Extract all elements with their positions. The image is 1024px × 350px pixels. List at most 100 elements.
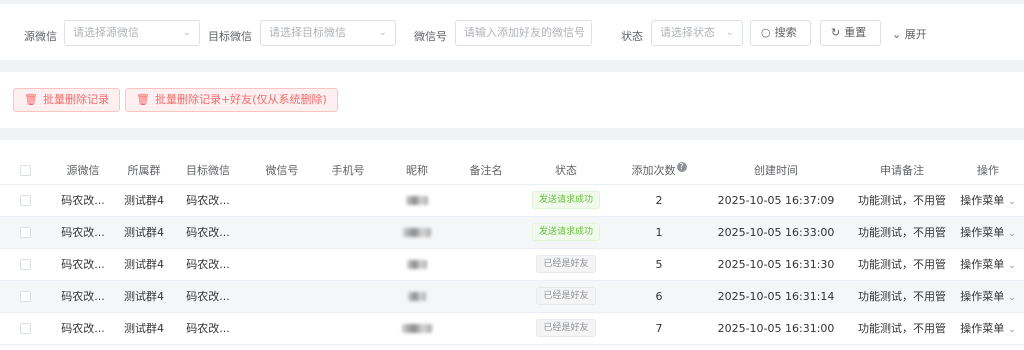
- trash-icon: 🗑: [24, 93, 38, 106]
- cell-wechat-id: [244, 216, 320, 249]
- operation-menu-label: 操作菜单: [960, 194, 1005, 207]
- select-all-cell[interactable]: [0, 156, 50, 185]
- col-header-target: 目标微信: [172, 156, 244, 185]
- cell-remark: 功能测试，不用管: [852, 312, 952, 345]
- cell-target: 码农改...: [172, 216, 244, 249]
- batch-delete-with-friend-label: 批量删除记录+好友(仅从系统删除): [154, 93, 327, 106]
- operation-menu[interactable]: 操作菜单 ⌄: [960, 226, 1016, 239]
- cell-remark: 功能测试，不用管: [852, 280, 952, 313]
- col-header-alias: 备注名: [458, 156, 514, 185]
- wechat-id-label: 微信号: [414, 30, 447, 43]
- row-checkbox[interactable]: [19, 323, 31, 334]
- cell-remark: 功能测试，不用管: [852, 248, 952, 281]
- cell-nickname: [376, 280, 458, 313]
- operation-menu-label: 操作菜单: [960, 226, 1005, 239]
- cell-operation[interactable]: 操作菜单 ⌄: [952, 312, 1024, 345]
- operation-menu-label: 操作菜单: [960, 290, 1005, 303]
- table-row: 码农改... 测试群4 码农改... 已经是好友 6 2025-10-05 16…: [0, 280, 1024, 313]
- cell-alias: [458, 312, 514, 345]
- row-checkbox[interactable]: [19, 195, 31, 206]
- row-checkbox[interactable]: [19, 259, 31, 270]
- cell-status: 已经是好友: [514, 280, 618, 313]
- batch-delete-button[interactable]: 🗑 批量删除记录: [13, 88, 120, 112]
- target-wechat-label: 目标微信: [208, 30, 252, 43]
- cell-phone: [320, 312, 376, 345]
- cell-source: 码农改...: [50, 248, 116, 281]
- cell-wechat-id: [244, 248, 320, 281]
- cell-alias: [458, 248, 514, 281]
- cell-nickname: [376, 184, 458, 217]
- cell-status: 已经是好友: [514, 248, 618, 281]
- status-badge: 发送请求成功: [531, 223, 600, 241]
- batch-delete-with-friend-button[interactable]: 🗑 批量删除记录+好友(仅从系统删除): [125, 88, 338, 112]
- wechat-id-input[interactable]: 请输入添加好友的微信号: [455, 20, 592, 46]
- cell-operation[interactable]: 操作菜单 ⌄: [952, 248, 1024, 281]
- cell-operation[interactable]: 操作菜单 ⌄: [952, 280, 1024, 313]
- operation-menu[interactable]: 操作菜单 ⌄: [960, 290, 1016, 303]
- cell-target: 码农改...: [172, 280, 244, 313]
- col-header-wechat-id: 微信号: [244, 156, 320, 185]
- cell-group: 测试群4: [116, 280, 172, 313]
- cell-phone: [320, 248, 376, 281]
- cell-wechat-id: [244, 184, 320, 217]
- target-wechat-select[interactable]: 请选择目标微信 ⌄: [260, 20, 396, 46]
- cell-nickname: [376, 312, 458, 345]
- row-checkbox-cell[interactable]: [0, 248, 50, 281]
- nickname-redacted: [406, 196, 428, 205]
- cell-count: 2: [618, 184, 700, 217]
- source-wechat-select[interactable]: 请选择源微信 ⌄: [64, 20, 200, 46]
- cell-source: 码农改...: [50, 184, 116, 217]
- cell-status: 发送请求成功: [514, 216, 618, 249]
- chevron-down-icon: ⌄: [725, 27, 734, 38]
- chevron-down-icon: ⌄: [182, 27, 191, 38]
- question-icon[interactable]: ?: [676, 161, 687, 172]
- status-badge: 已经是好友: [536, 255, 596, 273]
- table-row: 码农改... 测试群4 码农改... 已经是好友 7 2025-10-05 16…: [0, 312, 1024, 345]
- col-header-source: 源微信: [50, 156, 116, 185]
- operation-menu[interactable]: 操作菜单 ⌄: [960, 194, 1016, 207]
- expand-toggle[interactable]: ⌄ 展开: [892, 26, 927, 42]
- cell-target: 码农改...: [172, 248, 244, 281]
- reset-button[interactable]: ↻ 重置: [820, 20, 881, 46]
- row-checkbox-cell[interactable]: [0, 312, 50, 345]
- cell-count: 1: [618, 216, 700, 249]
- cell-source: 码农改...: [50, 280, 116, 313]
- table-row: 码农改... 测试群4 码农改... 发送请求成功 1 2025-10-05 1…: [0, 216, 1024, 249]
- nickname-redacted: [403, 228, 431, 237]
- col-header-count: 添加次数?: [618, 156, 700, 185]
- cell-created: 2025-10-05 16:31:14: [700, 280, 852, 313]
- row-checkbox-cell[interactable]: [0, 216, 50, 249]
- cell-created: 2025-10-05 16:31:30: [700, 248, 852, 281]
- col-header-operation: 操作: [952, 156, 1024, 185]
- cell-operation[interactable]: 操作菜单 ⌄: [952, 216, 1024, 249]
- chevron-down-icon: ⌄: [892, 28, 902, 41]
- table-row: 码农改... 测试群4 码农改... 已经是好友 5 2025-10-05 16…: [0, 248, 1024, 281]
- cell-target: 码农改...: [172, 312, 244, 345]
- search-button-label: 搜索: [774, 26, 797, 39]
- operation-menu[interactable]: 操作菜单 ⌄: [960, 258, 1016, 271]
- trash-icon: 🗑: [136, 93, 150, 106]
- cell-operation[interactable]: 操作菜单 ⌄: [952, 184, 1024, 217]
- row-checkbox-cell[interactable]: [0, 280, 50, 313]
- nickname-redacted: [402, 324, 432, 333]
- cell-source: 码农改...: [50, 216, 116, 249]
- cell-status: 发送请求成功: [514, 184, 618, 217]
- select-all-checkbox[interactable]: [19, 164, 31, 176]
- reset-button-label: 重置: [844, 26, 867, 39]
- cell-count: 5: [618, 248, 700, 281]
- cell-group: 测试群4: [116, 216, 172, 249]
- filter-panel: 源微信 请选择源微信 ⌄ 目标微信 请选择目标微信 ⌄ 微信号 请输入添加好友的…: [0, 4, 1024, 60]
- chevron-down-icon: ⌄: [378, 27, 387, 38]
- row-checkbox-cell[interactable]: [0, 184, 50, 217]
- source-wechat-label: 源微信: [24, 30, 57, 43]
- status-select[interactable]: 请选择状态 ⌄: [651, 20, 743, 46]
- chevron-down-icon: ⌄: [1008, 197, 1016, 207]
- search-button[interactable]: ○ 搜索: [750, 20, 811, 46]
- operation-menu[interactable]: 操作菜单 ⌄: [960, 322, 1016, 335]
- row-checkbox[interactable]: [19, 291, 31, 302]
- cell-created: 2025-10-05 16:31:00: [700, 312, 852, 345]
- operation-menu-label: 操作菜单: [960, 322, 1005, 335]
- row-checkbox[interactable]: [19, 227, 31, 238]
- chevron-down-icon: ⌄: [1008, 325, 1016, 335]
- cell-remark: 功能测试，不用管: [852, 184, 952, 217]
